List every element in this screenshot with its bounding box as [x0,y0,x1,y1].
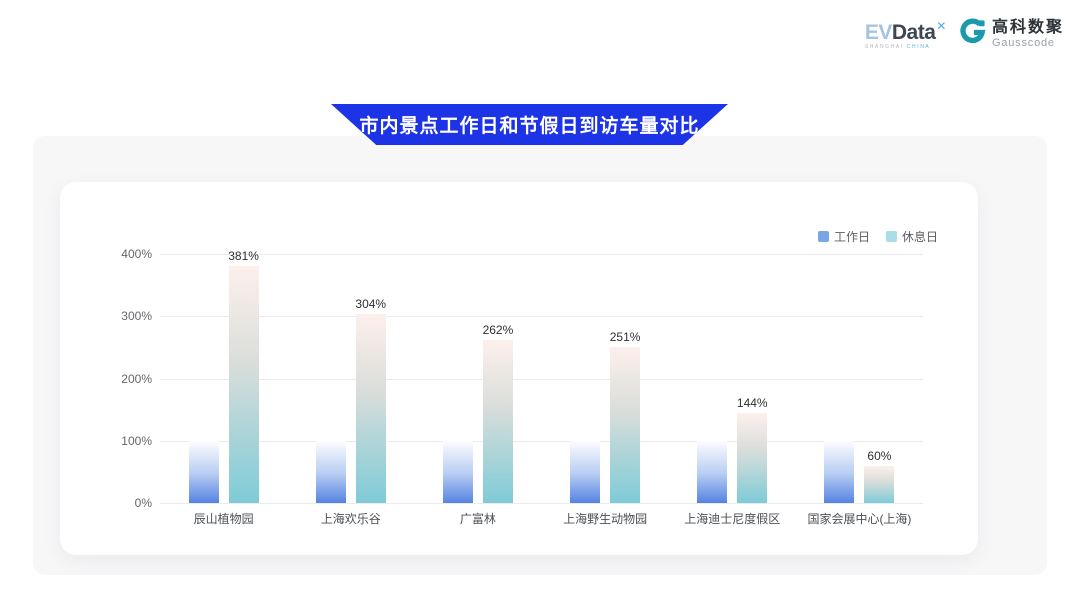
bar-group: 251% [542,254,669,503]
page: EVData✕ SHANGHAI CHINA 高科数聚 Gausscode 市内… [0,0,1080,608]
gausscode-logo: 高科数聚 Gausscode [959,18,1064,50]
bar-工作日 [189,441,219,503]
y-tick-label: 0% [60,496,152,510]
bar-groups: 381% 304% 262% 251% 144% 60% [160,254,923,503]
page-title: 市内景点工作日和节假日到访车量对比 [359,111,699,138]
y-tick-label: 400% [60,247,152,261]
bar-工作日 [697,441,727,503]
bar-休息日: 304% [356,314,386,503]
bar-工作日 [824,441,854,503]
evdata-logo: EVData✕ SHANGHAI CHINA [865,18,945,50]
evdata-x-icon: ✕ [936,19,946,33]
x-axis-label: 国家会展中心(上海) [796,510,923,527]
x-axis-label: 广富林 [414,510,541,527]
y-tick-label: 200% [60,372,152,386]
bar-group: 381% [160,254,287,503]
y-tick-label: 300% [60,309,152,323]
bar-工作日 [570,441,600,503]
legend-label: 休息日 [902,228,938,245]
bar-value-label: 251% [610,330,641,344]
legend-marker-icon [818,231,829,242]
legend-item-休息日[interactable]: 休息日 [886,228,938,245]
header-logos: EVData✕ SHANGHAI CHINA 高科数聚 Gausscode [865,18,1064,50]
bar-group: 304% [287,254,414,503]
bar-value-label: 144% [737,396,768,410]
plot-area: 0%100%200%300%400%381%304%262%251%144%60… [160,254,923,503]
x-axis-label: 上海野生动物园 [542,510,669,527]
y-tick-label: 100% [60,434,152,448]
bar-value-label: 381% [228,249,259,263]
bar-休息日: 251% [610,347,640,503]
x-axis-label: 上海迪士尼度假区 [669,510,796,527]
bar-工作日 [316,441,346,503]
bar-休息日: 262% [483,340,513,503]
bar-group: 60% [796,254,923,503]
x-axis-labels: 辰山植物园上海欢乐谷广富林上海野生动物园上海迪士尼度假区国家会展中心(上海) [160,510,923,527]
gausscode-g-icon [959,18,986,50]
legend-item-工作日[interactable]: 工作日 [818,228,870,245]
bar-value-label: 60% [867,449,891,463]
gausscode-cn-name: 高科数聚 [992,19,1064,37]
bar-value-label: 304% [355,297,386,311]
x-axis-label: 上海欢乐谷 [287,510,414,527]
evdata-subtitle: SHANGHAI CHINA [865,45,945,50]
chart-card: 工作日 休息日 0% 100% 200% 300% 400% 381% 304% 262% 251… [60,182,978,555]
evdata-wordmark: EVData✕ [865,22,945,43]
title-banner: 市内景点工作日和节假日到访车量对比 [331,104,728,145]
evdata-ev-text: EV [865,21,892,44]
content-panel: 工作日 休息日 0% 100% 200% 300% 400% 381% 304% 262% 251… [33,136,1047,575]
bar-工作日 [443,441,473,503]
evdata-data-text: Data [892,21,936,44]
bar-group: 262% [414,254,541,503]
bar-休息日: 381% [229,266,259,503]
legend-marker-icon [886,231,897,242]
bar-休息日: 144% [737,413,767,503]
legend-label: 工作日 [834,228,870,245]
bar-休息日: 60% [864,466,894,503]
chart-legend: 工作日 休息日 [160,228,938,245]
gausscode-text: 高科数聚 Gausscode [992,19,1064,49]
bar-group: 144% [669,254,796,503]
gridline [160,503,923,504]
gausscode-en-name: Gausscode [992,37,1064,49]
bar-value-label: 262% [483,323,514,337]
x-axis-label: 辰山植物园 [160,510,287,527]
